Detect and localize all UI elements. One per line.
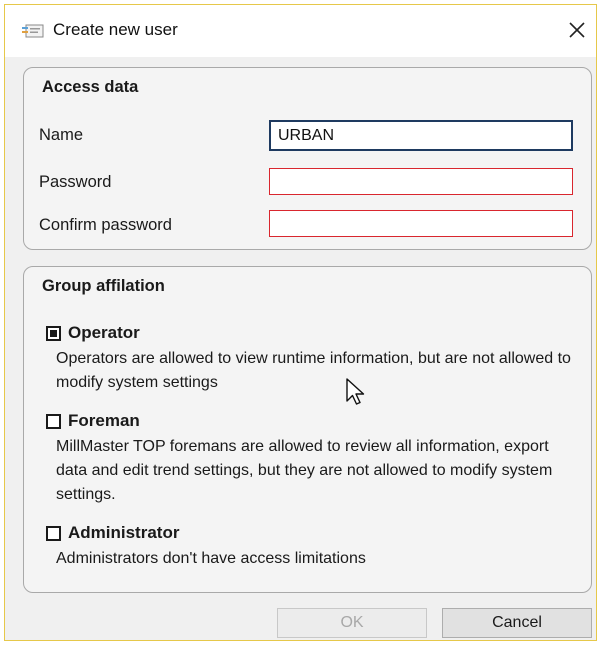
operator-checkbox[interactable] — [46, 325, 61, 341]
user-card-icon — [22, 24, 44, 38]
administrator-label[interactable]: Administrator — [68, 523, 179, 543]
access-data-title: Access data — [42, 78, 139, 96]
option-foreman: Foreman MillMaster TOP foremans are allo… — [46, 411, 581, 507]
group-affiliation-group: Group affilation Operator Operators are … — [23, 266, 592, 593]
name-input[interactable] — [269, 120, 573, 151]
mouse-pointer-icon — [346, 378, 365, 405]
close-button[interactable] — [560, 13, 594, 47]
administrator-checkbox[interactable] — [46, 525, 61, 541]
password-label: Password — [39, 173, 112, 191]
group-affiliation-title: Group affilation — [42, 277, 165, 295]
title-bar: Create new user — [5, 5, 596, 57]
operator-label[interactable]: Operator — [68, 323, 140, 343]
password-input[interactable] — [269, 168, 573, 195]
access-data-group: Access data Name Password Confirm passwo… — [23, 67, 592, 250]
option-administrator: Administrator Administrators don't have … — [46, 523, 581, 571]
dialog-title: Create new user — [53, 20, 178, 39]
foreman-label[interactable]: Foreman — [68, 411, 140, 431]
option-operator: Operator Operators are allowed to view r… — [46, 323, 581, 395]
foreman-description: MillMaster TOP foremans are allowed to r… — [56, 438, 553, 503]
checked-mark-icon — [50, 329, 57, 337]
operator-description: Operators are allowed to view runtime in… — [56, 350, 571, 391]
name-label: Name — [39, 126, 84, 144]
confirm-password-label: Confirm password — [39, 216, 172, 234]
confirm-password-input[interactable] — [269, 210, 573, 237]
ok-button[interactable]: OK — [277, 608, 427, 638]
administrator-description: Administrators don't have access limitat… — [56, 550, 366, 567]
create-user-dialog: Create new user Access data Name Passwor… — [4, 4, 597, 641]
foreman-checkbox[interactable] — [46, 413, 61, 429]
close-icon — [569, 22, 585, 38]
cancel-button[interactable]: Cancel — [442, 608, 592, 638]
